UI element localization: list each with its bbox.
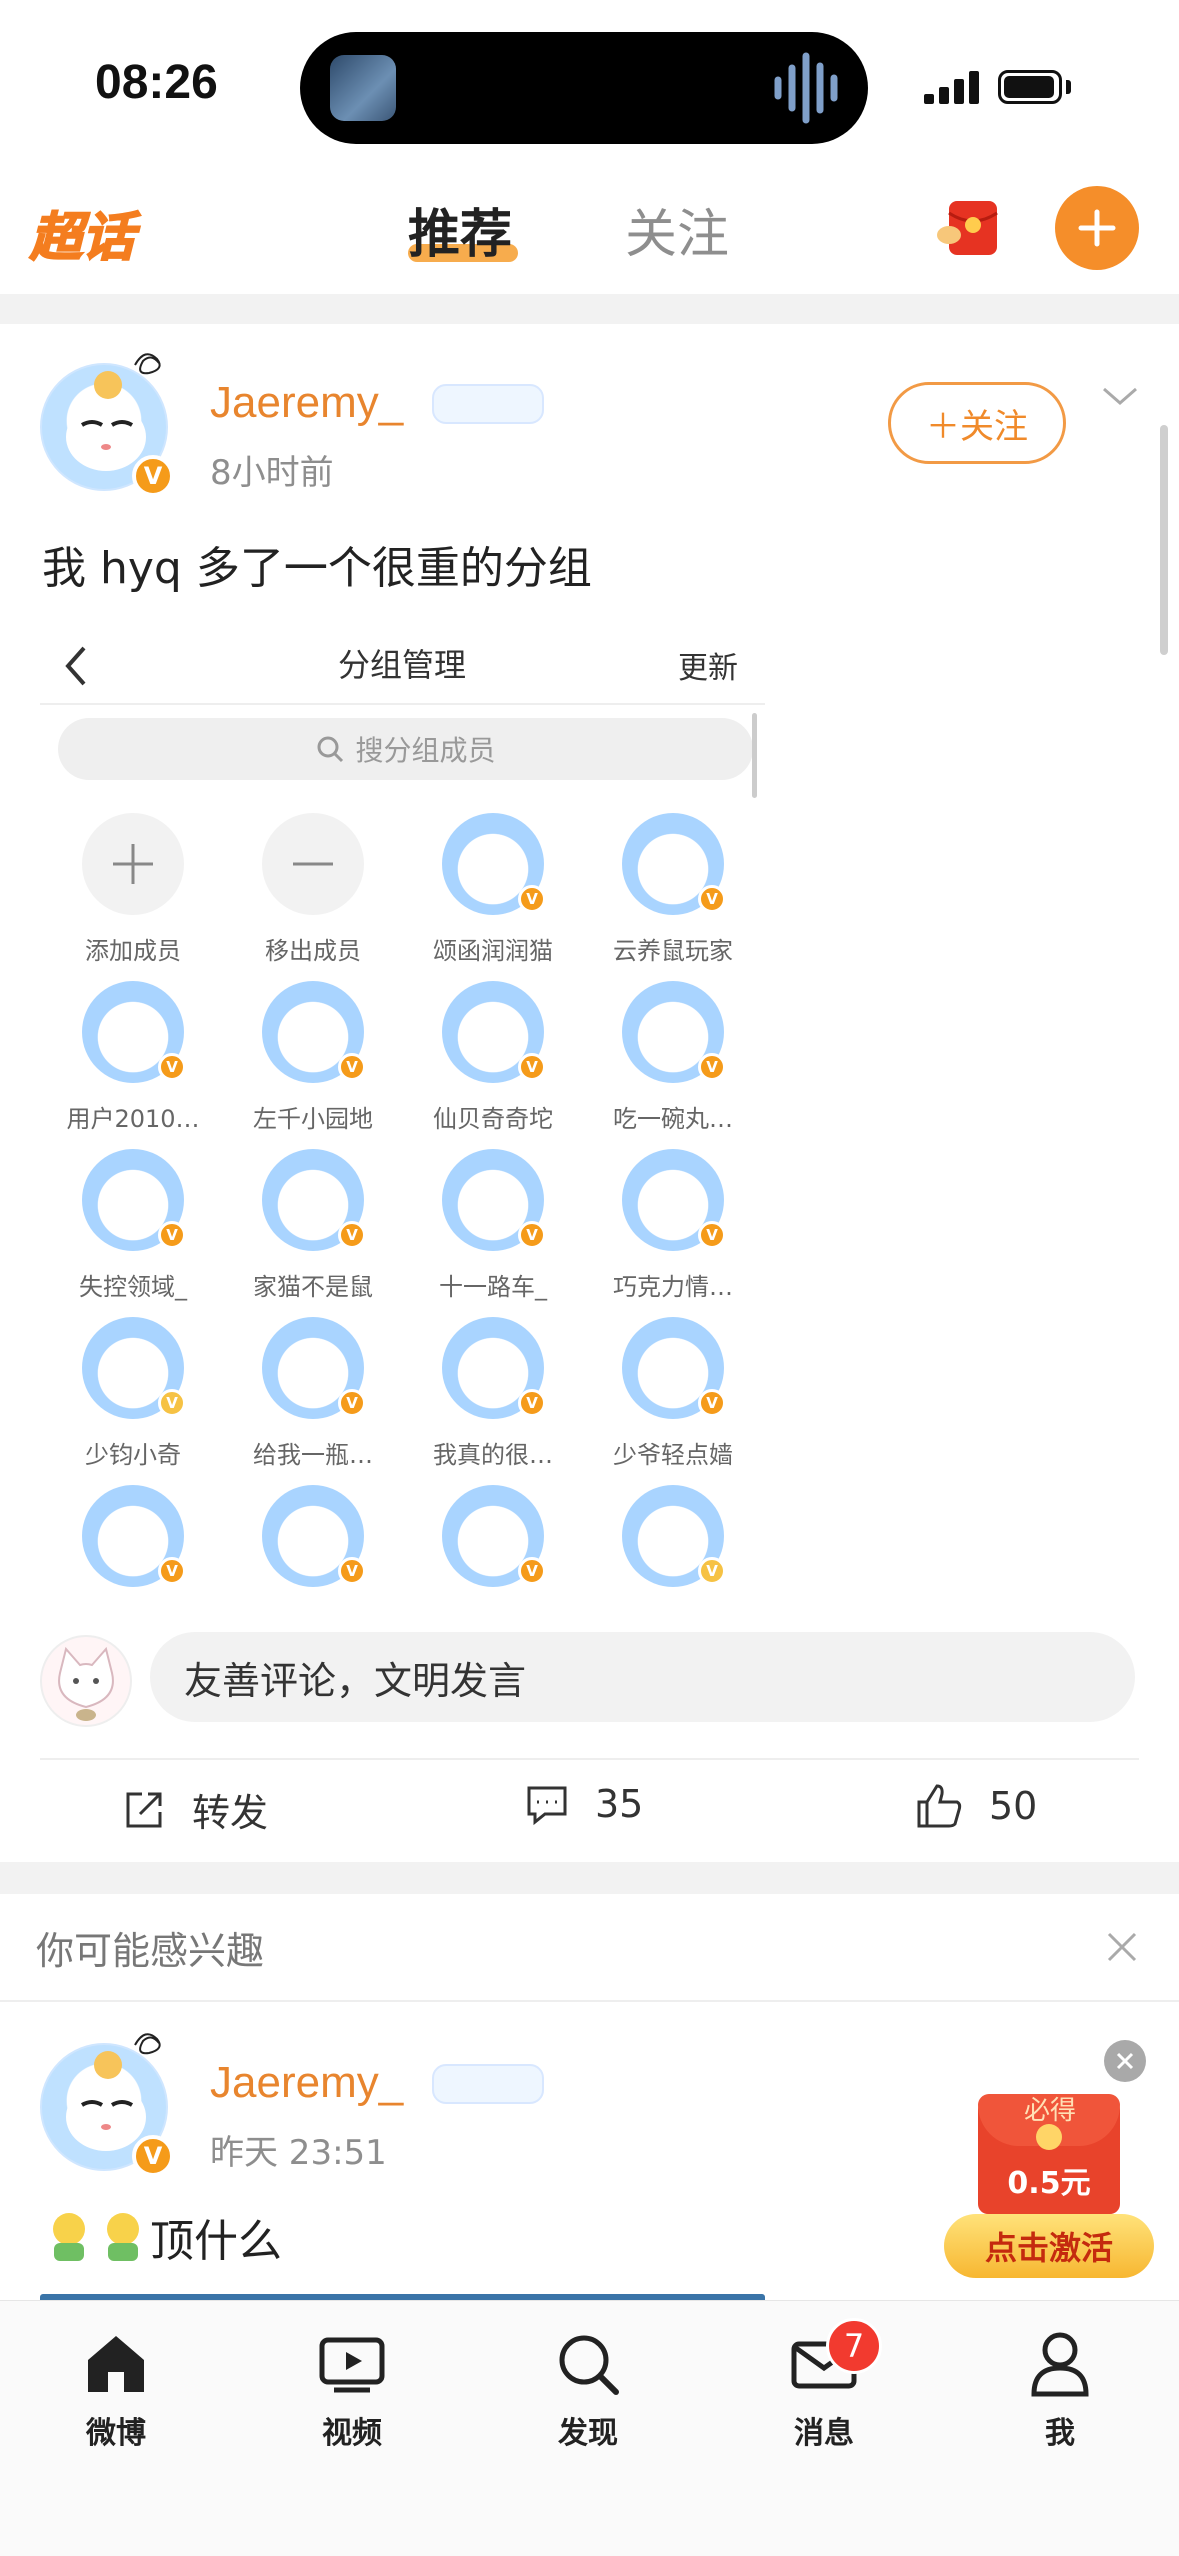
battery-tip — [1066, 80, 1071, 94]
member-item: V 家猫不是鼠 — [228, 1149, 398, 1302]
member-item: V 失控领域_ — [48, 1149, 218, 1302]
post-image[interactable]: 分组管理 更新 搜分组成员 添加成员 移出成员 V 颂函润润猫 V 云养鼠玩家 V用… — [40, 618, 765, 1593]
repost-icon — [126, 1792, 162, 1827]
shot-divider — [40, 703, 765, 705]
post-author-avatar[interactable]: V — [40, 353, 174, 497]
post-username[interactable]: Jaeremy_ — [210, 2058, 403, 2108]
scribble-icon — [134, 2033, 161, 2055]
user-tag-icon — [432, 2064, 544, 2104]
like-button[interactable]: 50 — [915, 1782, 1037, 1830]
interest-divider — [0, 2000, 1179, 2002]
member-item: V 巧克力情… — [588, 1149, 758, 1302]
follow-button[interactable]: ＋关注 — [888, 382, 1066, 464]
post-username[interactable]: Jaeremy_ — [210, 378, 403, 428]
verified-badge-icon: V — [132, 2135, 174, 2177]
minus-icon — [293, 862, 333, 866]
post-time: 8小时前 — [210, 453, 334, 493]
user-tag-icon — [432, 384, 544, 424]
comment-button[interactable]: 35 — [525, 1782, 643, 1826]
video-icon — [319, 2337, 385, 2393]
repost-label: 转发 — [192, 1791, 269, 1835]
member-item: V 少爷轻点嫱 — [588, 1317, 758, 1470]
thumbs-up-icon — [917, 1784, 962, 1828]
shot-search-field: 搜分组成员 — [58, 718, 753, 780]
promo-amount: 0.5元 — [1007, 2166, 1091, 2201]
home-icon — [88, 2336, 144, 2392]
red-packet-icon[interactable] — [935, 195, 1005, 259]
post-author-avatar[interactable]: V — [40, 2033, 174, 2177]
interest-title: 你可能感兴趣 — [36, 1929, 265, 1973]
promo-top-label: 必得 — [1023, 2096, 1076, 2126]
member-item: V — [228, 1485, 398, 1593]
verified-badge-icon: V — [132, 455, 174, 497]
member-item: V 吃一碗丸… — [588, 981, 758, 1134]
emoji-doge-icon — [53, 2213, 85, 2261]
member-item: V 仙贝奇奇坨 — [408, 981, 578, 1134]
my-avatar[interactable] — [40, 1635, 132, 1727]
close-icon — [1116, 2052, 1134, 2070]
comment-icon — [527, 1786, 567, 1826]
scrollbar[interactable] — [1160, 425, 1168, 655]
promo-close-button[interactable] — [1104, 2040, 1146, 2082]
post-text-row: 顶什么 — [42, 2205, 282, 2269]
coin-icon — [1036, 2124, 1062, 2150]
post-time: 昨天 23:51 — [210, 2133, 387, 2173]
member-item: V 我真的很… — [408, 1317, 578, 1470]
person-icon — [1031, 2332, 1089, 2397]
comment-count: 35 — [595, 1782, 644, 1826]
chaohua-logo[interactable]: 超话 — [29, 195, 135, 270]
member-item: V 颂函润润猫 — [408, 813, 578, 966]
cellular-signal-icon — [924, 71, 979, 104]
now-playing-thumbnail — [330, 55, 396, 121]
activate-button[interactable]: 点击激活 — [944, 2214, 1154, 2278]
member-item: V 用户2010… — [48, 981, 218, 1134]
shot-scrollbar — [752, 713, 757, 798]
back-arrow-icon — [65, 646, 86, 686]
battery-icon — [998, 70, 1062, 104]
chevron-down-icon[interactable] — [1100, 385, 1140, 409]
member-item: V — [408, 1485, 578, 1593]
tab-me[interactable]: 我 — [980, 2330, 1140, 2452]
section-gap — [0, 1862, 1179, 1894]
search-icon — [317, 736, 344, 763]
tab-discover[interactable]: 发现 — [508, 2330, 668, 2452]
app-root: 08:26 超话 推荐 关注 V Jaeremy_ 8小时前 ＋关注 我 hyq… — [0, 0, 1179, 2556]
member-add: 添加成员 — [48, 813, 218, 966]
post-text: 我 hyq 多了一个很重的分组 — [42, 543, 592, 594]
member-remove: 移出成员 — [228, 813, 398, 966]
tab-weibo[interactable]: 微博 — [36, 2330, 196, 2452]
plus-icon — [1078, 209, 1116, 247]
member-item: V 十一路车_ — [408, 1149, 578, 1302]
post-text: 顶什么 — [150, 2216, 282, 2267]
plus-icon — [113, 844, 153, 884]
emoji-doge-icon — [107, 2213, 139, 2261]
member-item: V 云养鼠玩家 — [588, 813, 758, 966]
search-icon — [559, 2335, 619, 2395]
tab-video[interactable]: 视频 — [272, 2330, 432, 2452]
section-gap — [0, 294, 1179, 324]
member-item: V 少钧小奇 — [48, 1317, 218, 1470]
comment-input[interactable]: 友善评论，文明发言 — [150, 1632, 1135, 1722]
member-item: V — [588, 1485, 758, 1593]
member-item: V 给我一瓶… — [228, 1317, 398, 1470]
tab-recommend[interactable]: 推荐 — [408, 192, 512, 267]
member-item: V 左千小园地 — [228, 981, 398, 1134]
close-icon[interactable] — [1105, 1930, 1139, 1964]
group-manage-title: 分组管理 — [338, 646, 467, 684]
repost-button[interactable]: 转发 — [122, 1782, 268, 1837]
scribble-icon — [134, 353, 161, 375]
shot-search-placeholder: 搜分组成员 — [355, 734, 496, 767]
member-item: V — [48, 1485, 218, 1593]
audio-wave-icon — [774, 52, 838, 124]
message-badge: 7 — [826, 2318, 882, 2374]
add-post-button[interactable] — [1055, 186, 1139, 270]
update-label: 更新 — [678, 651, 738, 686]
cat-avatar-icon — [58, 1646, 114, 1721]
status-time: 08:26 — [95, 56, 218, 109]
like-count: 50 — [989, 1784, 1038, 1828]
tab-following[interactable]: 关注 — [625, 192, 729, 267]
action-divider — [40, 1758, 1139, 1760]
